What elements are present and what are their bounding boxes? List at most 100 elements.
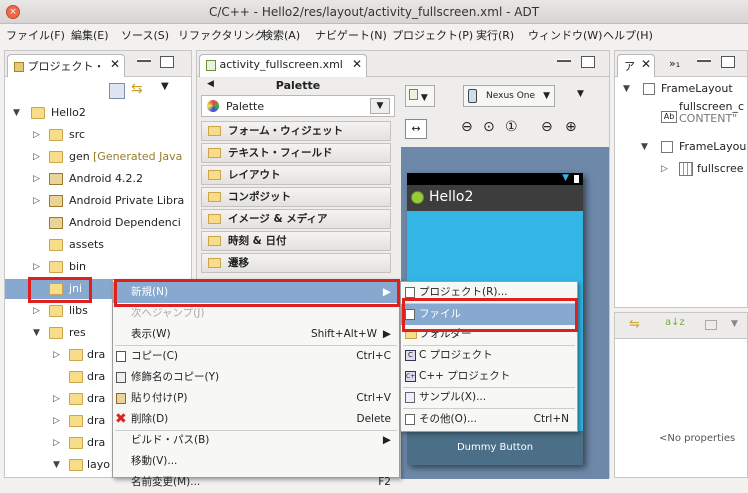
palette-category[interactable]: コンポジット — [201, 187, 391, 207]
zoom-actual-icon[interactable]: ① — [505, 119, 518, 135]
expanded-arrow-icon[interactable]: ▼ — [641, 137, 648, 157]
link-with-editor-icon[interactable]: ⇆ — [131, 81, 143, 97]
collapsed-arrow-icon[interactable]: ▷ — [53, 433, 60, 453]
tree-label: dra — [87, 348, 106, 361]
title-bar: × C/C++ - Hello2/res/layout/activity_ful… — [0, 0, 748, 24]
zoom-fit-icon[interactable]: ⊙ — [483, 119, 495, 135]
minimize-icon[interactable] — [557, 59, 571, 62]
submenu-item-c-project[interactable]: CC プロジェクト — [401, 345, 577, 366]
collapsed-arrow-icon[interactable]: ▷ — [53, 389, 60, 409]
palette-category[interactable]: 時刻 & 日付 — [201, 231, 391, 251]
menu-edit[interactable]: 編集(E) — [71, 27, 109, 43]
menu-item-move[interactable]: 移動(V)... — [113, 451, 399, 472]
tree-row-bin[interactable]: ▷ bin — [5, 257, 191, 277]
submenu-item-other[interactable]: その他(O)... Ctrl+N — [401, 409, 577, 430]
collapse-palette-icon[interactable]: ◀ — [207, 79, 214, 89]
tab-project-explorer[interactable]: プロジェクト・ ✕ — [7, 54, 125, 77]
menu-window[interactable]: ウィンドウ(W) — [528, 27, 602, 43]
tree-row-android-dependencies[interactable]: Android Dependenci — [5, 213, 191, 233]
outline-label: fullscree — [697, 162, 744, 175]
more-views-icon[interactable]: »₁ — [669, 57, 680, 70]
maximize-icon[interactable] — [581, 56, 595, 68]
layout-file-icon — [409, 89, 418, 100]
view-menu-icon[interactable]: ▼ — [161, 81, 169, 92]
restore-defaults-icon[interactable] — [705, 320, 717, 330]
menu-run[interactable]: 実行(R) — [476, 27, 514, 43]
textview-icon: Ab — [661, 111, 677, 123]
device-dropdown[interactable]: Nexus One ▼ — [463, 85, 555, 107]
tree-row-src[interactable]: ▷ src — [5, 125, 191, 145]
tree-row-assets[interactable]: assets — [5, 235, 191, 255]
expanded-arrow-icon[interactable]: ▼ — [13, 103, 20, 123]
chevron-down-icon[interactable]: ▼ — [577, 89, 584, 99]
alphabetical-sort-icon[interactable]: a↓z — [665, 317, 685, 328]
chevron-down-icon[interactable]: ▼ — [370, 98, 390, 114]
tree-row-android-422[interactable]: ▷ Android 4.2.2 — [5, 169, 191, 189]
palette-mode-dropdown[interactable]: Palette ▼ — [201, 95, 395, 117]
collapsed-arrow-icon[interactable]: ▷ — [33, 257, 40, 277]
submenu-item-cpp-project[interactable]: C+ C++ プロジェクト — [401, 366, 577, 387]
tree-row-hello2[interactable]: ▼ Hello2 — [5, 103, 191, 123]
palette-category[interactable]: イメージ & メディア — [201, 209, 391, 229]
toggle-size-icon[interactable]: ↔ — [405, 119, 427, 139]
outline-row-framelayout[interactable]: ▼ FrameLayout — [615, 79, 747, 99]
collapsed-arrow-icon[interactable]: ▷ — [33, 301, 40, 321]
maximize-icon[interactable] — [160, 56, 174, 68]
zoom-plus-icon[interactable]: ⊕ — [565, 119, 577, 135]
close-tab-icon[interactable]: ✕ — [110, 57, 120, 71]
collapsed-arrow-icon[interactable]: ▷ — [33, 191, 40, 211]
menu-help[interactable]: ヘルプ(H) — [603, 27, 653, 43]
close-tab-icon[interactable]: ✕ — [641, 57, 651, 71]
expanded-arrow-icon[interactable]: ▼ — [53, 455, 60, 475]
xml-file-icon — [206, 59, 216, 71]
zoom-out-icon[interactable]: ⊖ — [461, 119, 473, 135]
menu-project[interactable]: プロジェクト(P) — [392, 27, 473, 43]
config-chooser-button[interactable]: ▼ — [405, 85, 435, 107]
palette-category[interactable]: レイアウト — [201, 165, 391, 185]
menu-item-show-in[interactable]: 表示(W) Shift+Alt+W ▶ — [113, 324, 399, 345]
maximize-icon[interactable] — [721, 56, 735, 68]
menu-file[interactable]: ファイル(F) — [6, 27, 65, 43]
menu-item-rename[interactable]: 名前変更(M)... F2 — [113, 472, 399, 493]
menu-item-build-path[interactable]: ビルド・パス(B) ▶ — [113, 430, 399, 451]
outline-row-fullscreen[interactable]: ▷ fullscree — [615, 159, 747, 179]
menu-navigate[interactable]: ナビゲート(N) — [315, 27, 387, 43]
tree-row-android-private[interactable]: ▷ Android Private Libra — [5, 191, 191, 211]
menu-item-delete[interactable]: ✖ 削除(D) Delete — [113, 409, 399, 430]
collapse-all-icon[interactable] — [109, 83, 125, 99]
minimize-icon[interactable] — [697, 59, 711, 62]
zoom-minus-icon[interactable]: ⊖ — [541, 119, 553, 135]
view-menu-icon[interactable]: ▼ — [731, 319, 738, 329]
tree-label: bin — [69, 260, 87, 273]
menu-item-copy-qualified[interactable]: 修飾名のコピー(Y) — [113, 367, 399, 388]
collapsed-arrow-icon[interactable]: ▷ — [53, 345, 60, 365]
expanded-arrow-icon[interactable]: ▼ — [33, 323, 40, 343]
menu-search[interactable]: 検索(A) — [262, 27, 300, 43]
outline-row-textview[interactable]: Ab fullscreen_c CONTENT" — [615, 100, 747, 131]
menu-item-copy[interactable]: コピー(C) Ctrl+C — [113, 346, 399, 367]
palette-category-label: テキスト・フィールド — [228, 147, 333, 159]
tree-label: dra — [87, 370, 106, 383]
collapsed-arrow-icon[interactable]: ▷ — [661, 159, 668, 179]
outline-row-framelayout-2[interactable]: ▼ FrameLayou — [615, 137, 747, 157]
palette-category[interactable]: フォーム・ウィジェット — [201, 121, 391, 141]
submenu-item-sample[interactable]: サンプル(X)... — [401, 387, 577, 408]
dummy-button[interactable]: Dummy Button — [407, 431, 583, 465]
menu-refactor[interactable]: リファクタリング — [178, 27, 266, 43]
properties-panel: ⇋ a↓z ▼ <No properties — [614, 312, 748, 478]
close-tab-icon[interactable]: ✕ — [352, 57, 362, 71]
expanded-arrow-icon[interactable]: ▼ — [623, 79, 630, 99]
minimize-icon[interactable] — [137, 59, 151, 62]
menu-item-paste[interactable]: 貼り付け(P) Ctrl+V — [113, 388, 399, 409]
tree-row-gen[interactable]: ▷ gen [Generated Java — [5, 147, 191, 167]
palette-category[interactable]: 遷移 — [201, 253, 391, 273]
palette-category[interactable]: テキスト・フィールド — [201, 143, 391, 163]
collapsed-arrow-icon[interactable]: ▷ — [33, 169, 40, 189]
menu-source[interactable]: ソース(S) — [121, 27, 169, 43]
tab-activity-fullscreen[interactable]: activity_fullscreen.xml ✕ — [199, 54, 367, 77]
collapsed-arrow-icon[interactable]: ▷ — [33, 147, 40, 167]
collapsed-arrow-icon[interactable]: ▷ — [33, 125, 40, 145]
tab-outline[interactable]: ア ✕ — [617, 54, 655, 77]
sort-icon[interactable]: ⇋ — [629, 317, 640, 332]
collapsed-arrow-icon[interactable]: ▷ — [53, 411, 60, 431]
